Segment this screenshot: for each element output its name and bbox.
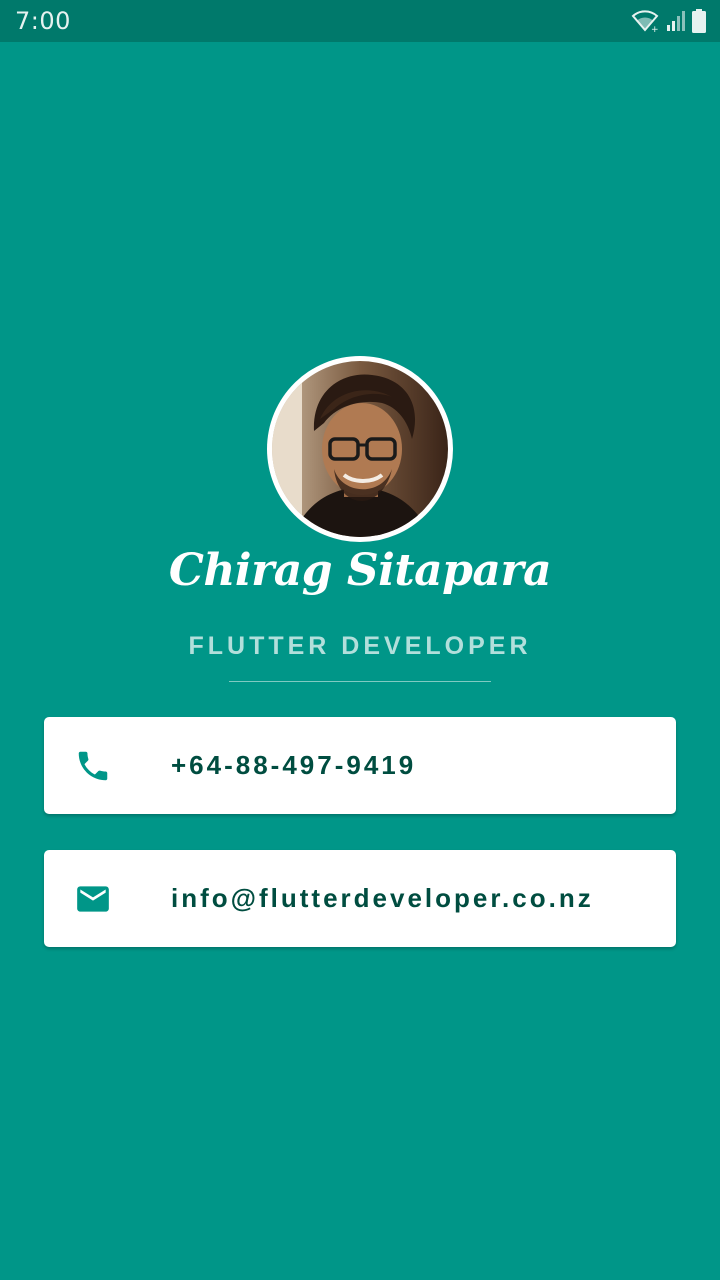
divider <box>229 681 491 682</box>
email-card[interactable]: info@flutterdeveloper.co.nz <box>44 850 676 947</box>
avatar <box>267 356 453 542</box>
phone-icon <box>74 747 112 785</box>
profile-photo <box>272 361 448 537</box>
phone-card[interactable]: +64-88-497-9419 <box>44 717 676 814</box>
email-address: info@flutterdeveloper.co.nz <box>171 883 594 913</box>
svg-text:+: + <box>651 25 659 33</box>
profile-name: Chirag Sitapara <box>168 545 552 596</box>
profile-title: FLUTTER DEVELOPER <box>188 632 532 660</box>
wifi-icon: + <box>630 9 660 33</box>
status-icons: + <box>630 8 706 34</box>
signal-icon <box>666 10 686 32</box>
status-time: 7:00 <box>15 7 71 35</box>
mail-icon <box>74 880 112 918</box>
battery-icon <box>692 9 706 33</box>
phone-number: +64-88-497-9419 <box>171 750 417 780</box>
status-bar: 7:00 + <box>0 0 720 42</box>
